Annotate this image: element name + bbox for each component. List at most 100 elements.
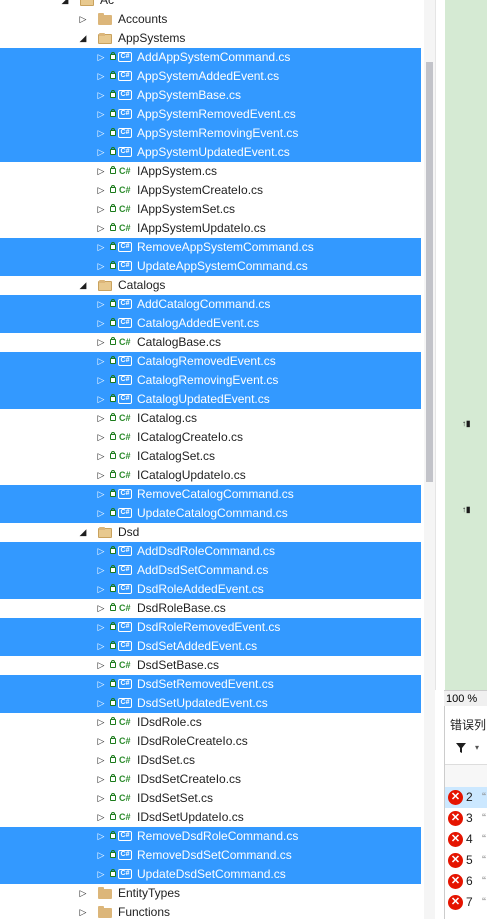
file-node[interactable]: ▷ C# IAppSystemUpdateIo.cs xyxy=(0,219,421,238)
file-node[interactable]: ▷ C# RemoveAppSystemCommand.cs xyxy=(0,238,421,257)
file-node[interactable]: ▷ C# DsdRoleRemovedEvent.cs xyxy=(0,618,421,637)
expand-arrow-icon[interactable]: ▷ xyxy=(96,485,106,504)
file-node[interactable]: ▷ C# IDsdRoleCreateIo.cs xyxy=(0,732,421,751)
file-node[interactable]: ▷ C# RemoveDsdRoleCommand.cs xyxy=(0,827,421,846)
expand-arrow-icon[interactable]: ▷ xyxy=(96,865,106,884)
expand-arrow-icon[interactable]: ▷ xyxy=(96,561,106,580)
file-node[interactable]: ▷ C# RemoveCatalogCommand.cs xyxy=(0,485,421,504)
file-node[interactable]: ▷ C# UpdateAppSystemCommand.cs xyxy=(0,257,421,276)
file-node[interactable]: ▷ C# AppSystemRemovedEvent.cs xyxy=(0,105,421,124)
file-node[interactable]: ▷ C# IDsdSetSet.cs xyxy=(0,789,421,808)
expand-arrow-icon[interactable]: ▷ xyxy=(96,333,106,352)
expand-arrow-icon[interactable]: ◢ xyxy=(78,29,88,48)
expand-arrow-icon[interactable]: ▷ xyxy=(96,599,106,618)
file-node[interactable]: ▷ C# CatalogBase.cs xyxy=(0,333,421,352)
expand-arrow-icon[interactable]: ◢ xyxy=(78,523,88,542)
error-row[interactable]: ✕ 4 “ xyxy=(445,829,487,850)
file-node[interactable]: ▷ C# AppSystemAddedEvent.cs xyxy=(0,67,421,86)
expand-arrow-icon[interactable]: ▷ xyxy=(96,428,106,447)
file-node[interactable]: ▷ C# DsdSetAddedEvent.cs xyxy=(0,637,421,656)
expand-arrow-icon[interactable]: ▷ xyxy=(96,86,106,105)
zoom-level[interactable]: 100 % xyxy=(444,690,487,706)
file-node[interactable]: ▷ C# DsdSetRemovedEvent.cs xyxy=(0,675,421,694)
folder-node[interactable]: ◢ AppSystems xyxy=(0,29,421,48)
file-node[interactable]: ▷ C# IAppSystemSet.cs xyxy=(0,200,421,219)
file-node[interactable]: ▷ C# AddDsdRoleCommand.cs xyxy=(0,542,421,561)
expand-arrow-icon[interactable]: ▷ xyxy=(96,219,106,238)
file-node[interactable]: ▷ C# ICatalogCreateIo.cs xyxy=(0,428,421,447)
file-node[interactable]: ▷ C# UpdateDsdSetCommand.cs xyxy=(0,865,421,884)
expand-arrow-icon[interactable]: ▷ xyxy=(96,295,106,314)
collapse-arrow-icon[interactable]: ▷ xyxy=(78,903,88,919)
file-node[interactable]: ▷ C# AppSystemBase.cs xyxy=(0,86,421,105)
expand-arrow-icon[interactable]: ▷ xyxy=(96,162,106,181)
expand-arrow-icon[interactable]: ▷ xyxy=(96,124,106,143)
file-node[interactable]: ▷ C# CatalogAddedEvent.cs xyxy=(0,314,421,333)
file-node[interactable]: ▷ C# AddDsdSetCommand.cs xyxy=(0,561,421,580)
folder-node[interactable]: ▷ Accounts xyxy=(0,10,421,29)
error-row[interactable]: ✕ 5 “ xyxy=(445,850,487,871)
file-node[interactable]: ▷ C# ICatalogSet.cs xyxy=(0,447,421,466)
expand-arrow-icon[interactable]: ▷ xyxy=(96,181,106,200)
expand-arrow-icon[interactable]: ▷ xyxy=(96,542,106,561)
file-node[interactable]: ▷ C# CatalogRemovedEvent.cs xyxy=(0,352,421,371)
file-node[interactable]: ▷ C# IDsdSetCreateIo.cs xyxy=(0,770,421,789)
expand-arrow-icon[interactable]: ▷ xyxy=(96,390,106,409)
folder-node[interactable]: ◢ Dsd xyxy=(0,523,421,542)
file-node[interactable]: ▷ C# IAppSystem.cs xyxy=(0,162,421,181)
expand-arrow-icon[interactable]: ▷ xyxy=(96,257,106,276)
folder-node[interactable]: ◢ Ac xyxy=(0,0,421,10)
expand-arrow-icon[interactable]: ▷ xyxy=(96,105,106,124)
folder-node[interactable]: ▷ EntityTypes xyxy=(0,884,421,903)
file-node[interactable]: ▷ C# DsdSetUpdatedEvent.cs xyxy=(0,694,421,713)
expand-arrow-icon[interactable]: ▷ xyxy=(96,789,106,808)
file-node[interactable]: ▷ C# AddCatalogCommand.cs xyxy=(0,295,421,314)
file-node[interactable]: ▷ C# IDsdSet.cs xyxy=(0,751,421,770)
expand-arrow-icon[interactable]: ▷ xyxy=(96,314,106,333)
folder-node[interactable]: ▷ Functions xyxy=(0,903,421,919)
expand-arrow-icon[interactable]: ▷ xyxy=(96,447,106,466)
file-node[interactable]: ▷ C# IAppSystemCreateIo.cs xyxy=(0,181,421,200)
expand-arrow-icon[interactable]: ▷ xyxy=(96,618,106,637)
expand-arrow-icon[interactable]: ▷ xyxy=(96,637,106,656)
file-node[interactable]: ▷ C# CatalogUpdatedEvent.cs xyxy=(0,390,421,409)
expand-arrow-icon[interactable]: ▷ xyxy=(96,352,106,371)
expand-arrow-icon[interactable]: ▷ xyxy=(96,504,106,523)
tree-scrollbar[interactable] xyxy=(424,0,435,919)
collapse-arrow-icon[interactable]: ▷ xyxy=(78,10,88,29)
expand-arrow-icon[interactable]: ◢ xyxy=(78,276,88,295)
error-row[interactable]: ✕ 2 “ xyxy=(445,787,487,808)
collapse-arrow-icon[interactable]: ▷ xyxy=(78,884,88,903)
file-node[interactable]: ▷ C# ICatalog.cs xyxy=(0,409,421,428)
expand-arrow-icon[interactable]: ▷ xyxy=(96,808,106,827)
file-node[interactable]: ▷ C# ICatalogUpdateIo.cs xyxy=(0,466,421,485)
file-node[interactable]: ▷ C# IDsdRole.cs xyxy=(0,713,421,732)
error-row[interactable]: ✕ 3 “ xyxy=(445,808,487,829)
expand-arrow-icon[interactable]: ▷ xyxy=(96,466,106,485)
expand-arrow-icon[interactable]: ▷ xyxy=(96,238,106,257)
change-marker-icon[interactable]: ↑▮ xyxy=(462,505,478,515)
error-list-title[interactable]: 错误列 xyxy=(450,716,486,733)
folder-node[interactable]: ◢ Catalogs xyxy=(0,276,421,295)
expand-arrow-icon[interactable]: ▷ xyxy=(96,694,106,713)
file-node[interactable]: ▷ C# DsdRoleAddedEvent.cs xyxy=(0,580,421,599)
file-node[interactable]: ▷ C# AddAppSystemCommand.cs xyxy=(0,48,421,67)
scrollbar-thumb[interactable] xyxy=(426,62,433,482)
expand-arrow-icon[interactable]: ▷ xyxy=(96,846,106,865)
file-node[interactable]: ▷ C# UpdateCatalogCommand.cs xyxy=(0,504,421,523)
error-row[interactable]: ✕ 6 “ xyxy=(445,871,487,892)
change-marker-icon[interactable]: ↑▮ xyxy=(462,419,478,429)
expand-arrow-icon[interactable]: ▷ xyxy=(96,409,106,428)
expand-arrow-icon[interactable]: ▷ xyxy=(96,751,106,770)
file-node[interactable]: ▷ C# CatalogRemovingEvent.cs xyxy=(0,371,421,390)
expand-arrow-icon[interactable]: ▷ xyxy=(96,827,106,846)
expand-arrow-icon[interactable]: ▷ xyxy=(96,143,106,162)
expand-arrow-icon[interactable]: ◢ xyxy=(60,0,70,10)
file-node[interactable]: ▷ C# DsdRoleBase.cs xyxy=(0,599,421,618)
expand-arrow-icon[interactable]: ▷ xyxy=(96,371,106,390)
expand-arrow-icon[interactable]: ▷ xyxy=(96,675,106,694)
expand-arrow-icon[interactable]: ▷ xyxy=(96,48,106,67)
funnel-icon[interactable] xyxy=(455,742,469,756)
expand-arrow-icon[interactable]: ▷ xyxy=(96,200,106,219)
expand-arrow-icon[interactable]: ▷ xyxy=(96,656,106,675)
